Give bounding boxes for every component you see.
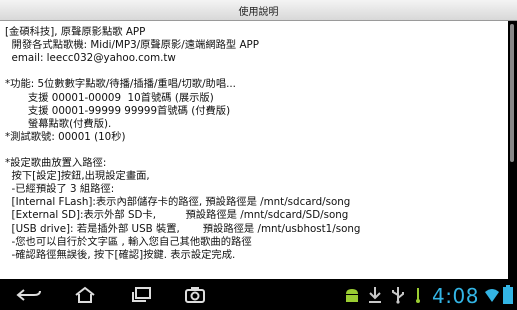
home-icon	[75, 286, 95, 303]
help-text-line: 開發各式點歌機: Midi/MP3/原聲原影/遠端網路型 APP	[5, 39, 259, 52]
help-text-line: [External SD]:表示外部 SD卡, 預設路徑是 /mnt/sdcar…	[5, 209, 349, 222]
home-button[interactable]	[68, 282, 102, 308]
scrollbar[interactable]	[510, 24, 514, 162]
screenshot-button[interactable]	[178, 282, 212, 308]
back-button[interactable]	[12, 282, 46, 308]
help-text-line: 支援 00001-99999 99999首號碼 (付費版)	[5, 104, 231, 117]
help-text-line: *測試歌號: 00001 (10秒)	[5, 130, 126, 143]
help-text-line: -確認路徑無誤後, 按下[確認]按鍵. 表示設定完成.	[5, 248, 236, 261]
help-text-line: 按下[設定]按鈕,出現設定畫面,	[5, 170, 150, 183]
screenshot-icon	[185, 287, 205, 303]
help-text-line: *設定歌曲放置入路徑:	[5, 157, 107, 169]
help-text-line: [USB drive]: 若是插外部 USB 裝置, 預設路徑是 /mnt/us…	[5, 222, 361, 235]
help-text-line: 支援 00001-00009 10首號碼 (展示版)	[5, 91, 214, 104]
dialog-titlebar: 使用說明	[0, 0, 517, 21]
usb-icon	[390, 286, 406, 308]
back-icon	[16, 289, 41, 301]
help-text-line: -已經預設了 3 組路徑:	[5, 183, 115, 196]
recent-apps-icon	[132, 287, 151, 302]
help-text-line: [金碩科技], 原聲原影點歌 APP	[5, 26, 146, 38]
download-icon	[368, 286, 382, 308]
help-text-line: email: leecc032@yahoo.com.tw	[5, 52, 176, 65]
clock: 4:08	[432, 284, 479, 308]
system-navbar: 4:08	[0, 280, 517, 310]
help-text-line: [Internal FLash]:表示內部儲存卡的路徑, 預設路徑是 /mnt/…	[5, 196, 351, 209]
notification-icon	[412, 286, 424, 308]
help-text-area[interactable]: [金碩科技], 原聲原影點歌 APP 開發各式點歌機: Midi/MP3/原聲原…	[0, 21, 508, 279]
help-text-line: -您也可以自行於文字區 , 輸入您自己其他歌曲的路徑	[5, 235, 252, 248]
dialog-title: 使用說明	[238, 6, 279, 18]
wifi-icon	[484, 287, 500, 307]
help-text-line: 螢幕點歌(付費版).	[5, 117, 112, 130]
battery-icon	[503, 285, 513, 309]
recent-apps-button[interactable]	[124, 282, 158, 308]
android-debug-icon	[344, 286, 360, 308]
help-text-line: *功能: 5位數數字點歌/待播/插播/重唱/切歌/助唱...	[5, 78, 236, 91]
